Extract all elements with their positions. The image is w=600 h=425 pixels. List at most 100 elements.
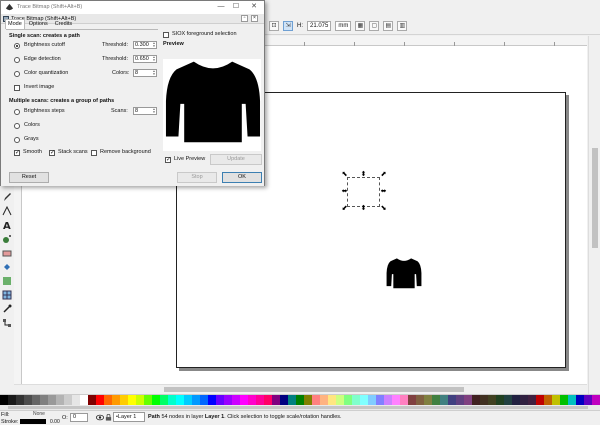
scale-handle-bottom[interactable]: ⬍ <box>360 205 367 212</box>
palette-swatch[interactable] <box>104 395 112 405</box>
palette-swatch[interactable] <box>200 395 208 405</box>
palette-swatch[interactable] <box>152 395 160 405</box>
height-input[interactable]: 21.075 <box>307 21 332 31</box>
opacity-input[interactable]: 0 <box>70 413 88 422</box>
palette-swatch[interactable] <box>16 395 24 405</box>
unit-select[interactable]: mm <box>335 21 352 31</box>
palette-swatch[interactable] <box>432 395 440 405</box>
palette-swatch[interactable] <box>112 395 120 405</box>
lock-ratio-button[interactable]: ⇲ <box>283 21 293 31</box>
spray-icon[interactable] <box>2 234 12 244</box>
palette-swatch[interactable] <box>424 395 432 405</box>
eye-icon[interactable] <box>96 414 104 421</box>
palette-swatch[interactable] <box>360 395 368 405</box>
scans-spinner[interactable]: 8 ▲ ▼ <box>133 107 157 115</box>
palette-swatch[interactable] <box>296 395 304 405</box>
palette-swatch[interactable] <box>128 395 136 405</box>
palette-swatch[interactable] <box>392 395 400 405</box>
palette-swatch[interactable] <box>400 395 408 405</box>
palette-swatch[interactable] <box>472 395 480 405</box>
palette-swatch[interactable] <box>192 395 200 405</box>
calligraphy-icon[interactable] <box>2 206 12 216</box>
reset-button[interactable]: Reset <box>9 172 49 183</box>
palette-swatch[interactable] <box>512 395 520 405</box>
siox-checkbox[interactable] <box>163 32 169 38</box>
palette-swatch[interactable] <box>160 395 168 405</box>
palette-swatch[interactable] <box>120 395 128 405</box>
palette-swatch[interactable] <box>528 395 536 405</box>
tab-credits[interactable]: Credits <box>52 19 75 29</box>
text-icon[interactable]: A <box>2 220 12 230</box>
palette-swatch[interactable] <box>584 395 592 405</box>
palette-swatch[interactable] <box>264 395 272 405</box>
palette-swatch[interactable] <box>536 395 544 405</box>
palette-swatch[interactable] <box>144 395 152 405</box>
palette-swatch[interactable] <box>448 395 456 405</box>
palette-swatch[interactable] <box>488 395 496 405</box>
spinner-arrows-icon[interactable]: ▲ ▼ <box>152 42 156 48</box>
move-gradients-icon[interactable]: ▤ <box>383 21 394 31</box>
scale-corners-icon[interactable]: ▢ <box>369 21 380 31</box>
palette-swatch[interactable] <box>184 395 192 405</box>
palette-swatch[interactable] <box>272 395 280 405</box>
palette-scroll-thumb[interactable] <box>8 406 588 409</box>
palette-swatch[interactable] <box>336 395 344 405</box>
palette-swatch[interactable] <box>248 395 256 405</box>
gradient-icon[interactable] <box>2 276 12 286</box>
palette-swatch[interactable] <box>344 395 352 405</box>
smooth-checkbox[interactable]: ✓ <box>14 150 20 156</box>
tab-options[interactable]: Options <box>26 19 51 29</box>
scale-handle-right[interactable]: ⬌ <box>380 188 387 195</box>
palette-swatch[interactable] <box>328 395 336 405</box>
live-preview-checkbox[interactable]: ✓ <box>165 157 171 163</box>
palette-swatch[interactable] <box>480 395 488 405</box>
grays-radio[interactable] <box>14 137 20 143</box>
palette-swatch[interactable] <box>440 395 448 405</box>
spinner-arrows-icon[interactable]: ▲ ▼ <box>152 108 156 114</box>
panel-close-button[interactable]: × <box>251 15 258 22</box>
palette-swatch[interactable] <box>168 395 176 405</box>
spinner-arrows-icon[interactable]: ▲ ▼ <box>152 70 156 76</box>
minimize-button[interactable]: — <box>214 2 228 12</box>
palette-swatch[interactable] <box>576 395 584 405</box>
stroke-color-swatch[interactable] <box>20 419 46 424</box>
palette-swatch[interactable] <box>64 395 72 405</box>
maximize-button[interactable]: ☐ <box>229 2 243 12</box>
scale-handle-top-left[interactable]: ⬉ <box>341 171 348 178</box>
palette-swatch[interactable] <box>592 395 600 405</box>
brightness-steps-radio[interactable] <box>14 109 20 115</box>
palette-swatch[interactable] <box>568 395 576 405</box>
palette-swatch[interactable] <box>408 395 416 405</box>
palette-swatch[interactable] <box>224 395 232 405</box>
palette-swatch[interactable] <box>352 395 360 405</box>
palette-swatch[interactable] <box>312 395 320 405</box>
eraser-icon[interactable] <box>2 248 12 258</box>
palette-swatch[interactable] <box>544 395 552 405</box>
mesh-icon[interactable] <box>2 290 12 300</box>
selection-box[interactable] <box>347 177 380 207</box>
colors-count-spinner[interactable]: 8 ▲ ▼ <box>133 69 157 77</box>
lock-layer-icon[interactable] <box>105 414 112 421</box>
layer-dropdown[interactable]: •Layer 1 <box>113 412 145 422</box>
brightness-cutoff-radio[interactable] <box>14 43 20 49</box>
palette-swatch[interactable] <box>24 395 32 405</box>
colors-radio[interactable] <box>14 123 20 129</box>
stack-scans-checkbox[interactable]: ✓ <box>49 150 55 156</box>
horizontal-scroll-thumb[interactable] <box>164 387 464 392</box>
edge-detection-radio[interactable] <box>14 57 20 63</box>
brightness-threshold-spinner[interactable]: 0.300 ▲ ▼ <box>133 41 157 49</box>
palette-swatch[interactable] <box>504 395 512 405</box>
update-button[interactable]: Update <box>210 154 262 165</box>
panel-iconify-button[interactable]: ▫ <box>241 15 248 22</box>
remove-background-checkbox[interactable] <box>91 150 97 156</box>
palette-swatch[interactable] <box>96 395 104 405</box>
pen-icon[interactable] <box>2 192 12 202</box>
palette-swatch[interactable] <box>80 395 88 405</box>
vertical-scroll-thumb[interactable] <box>592 148 598 248</box>
palette-swatch[interactable] <box>0 395 8 405</box>
ok-button[interactable]: OK <box>222 172 262 183</box>
palette-swatch[interactable] <box>520 395 528 405</box>
edge-threshold-spinner[interactable]: 0.650 ▲ ▼ <box>133 55 157 63</box>
palette-swatch[interactable] <box>56 395 64 405</box>
palette-swatch[interactable] <box>416 395 424 405</box>
